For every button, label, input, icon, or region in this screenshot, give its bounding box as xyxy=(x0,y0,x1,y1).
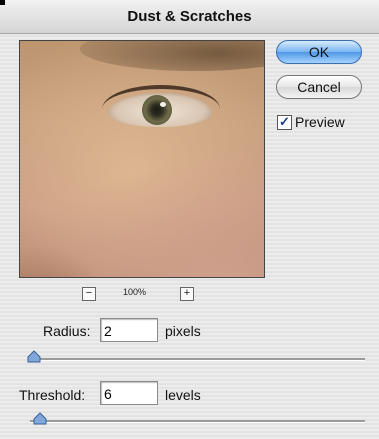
zoom-level: 100% xyxy=(123,287,147,297)
preview-checkbox[interactable]: ✓ Preview xyxy=(277,114,367,132)
checkmark-icon[interactable]: ✓ xyxy=(277,115,292,130)
preview-label: Preview xyxy=(295,114,345,130)
radius-unit-label: pixels xyxy=(165,323,201,339)
radius-label: Radius: xyxy=(43,323,91,339)
radius-input[interactable]: 2 xyxy=(100,318,158,342)
dialog-title: Dust & Scratches xyxy=(127,8,252,25)
zoom-controls: − 100% + xyxy=(19,287,265,301)
zoom-in-icon[interactable]: + xyxy=(180,287,194,301)
slider-thumb-icon[interactable] xyxy=(33,412,47,426)
radius-slider-track[interactable] xyxy=(30,358,365,361)
window-corner-mark xyxy=(0,0,5,5)
threshold-unit-label: levels xyxy=(165,387,201,403)
preview-skin xyxy=(20,41,264,277)
title-bar: Dust & Scratches xyxy=(0,0,379,34)
slider-thumb-icon[interactable] xyxy=(27,350,41,364)
threshold-input[interactable]: 6 xyxy=(100,381,158,405)
zoom-out-icon[interactable]: − xyxy=(82,287,96,301)
cancel-button[interactable]: Cancel xyxy=(276,75,362,99)
threshold-label: Threshold: xyxy=(19,387,86,403)
ok-button[interactable]: OK xyxy=(276,40,362,64)
preview-image[interactable] xyxy=(19,40,265,278)
threshold-slider-track[interactable] xyxy=(30,420,365,423)
